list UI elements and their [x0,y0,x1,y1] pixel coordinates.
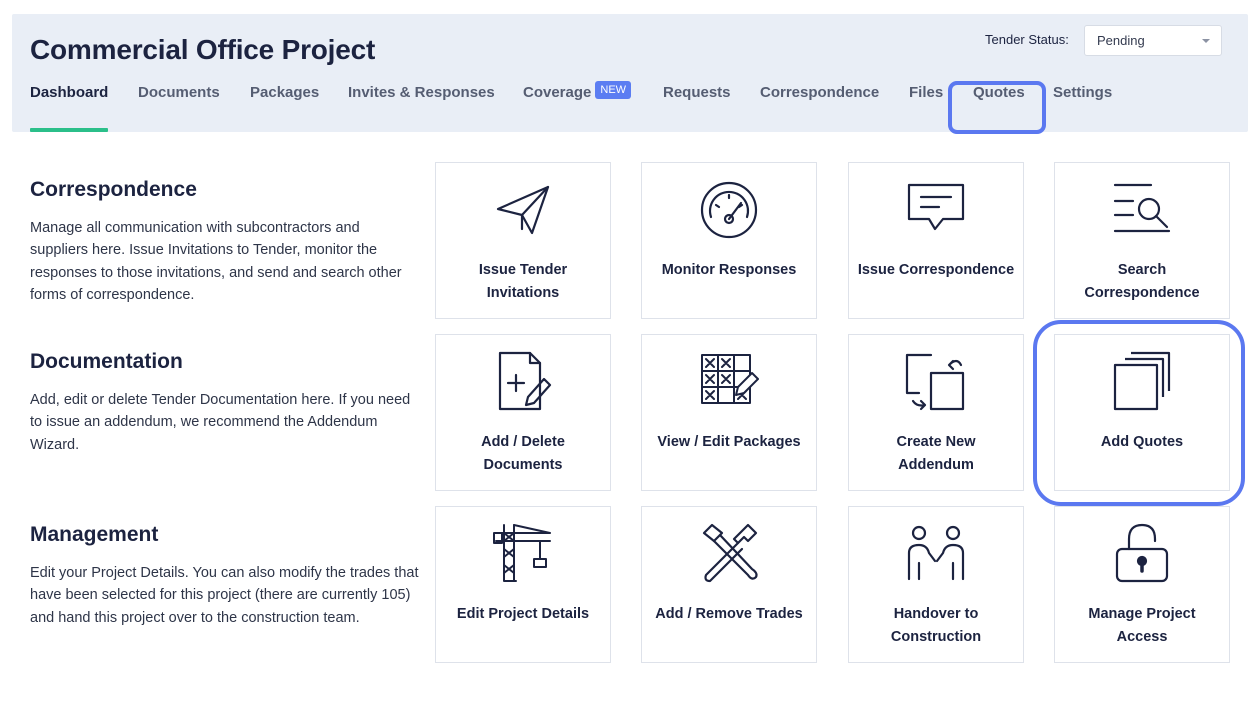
tender-status-select[interactable]: Pending [1084,25,1222,56]
tile-label: Manage Project Access [1088,606,1196,645]
tools-icon [698,523,760,585]
tile-label: View / Edit Packages [657,434,801,450]
tile-search-correspondence[interactable]: Search Correspondence [1054,162,1230,319]
section-description: Edit your Project Details. You can also … [30,565,419,626]
tile-add-remove-trades[interactable]: Add / Remove Trades [641,506,817,663]
tender-status-label: Tender Status: [985,32,1069,47]
new-badge: NEW [595,81,632,99]
tile-view-edit-packages[interactable]: View / Edit Packages [641,334,817,491]
gauge-icon [698,179,760,241]
tile-label: Add Quotes [1100,434,1184,450]
tab-invites-responses[interactable]: Invites & Responses [348,84,495,101]
tab-coverage-label: Coverage [523,84,592,101]
tile-add-quotes[interactable]: Add Quotes [1054,334,1230,491]
grid-edit-icon [698,351,760,413]
message-icon [905,179,967,241]
section-correspondence: Correspondence Manage all communication … [30,178,420,306]
tile-label: Handover to Construction [890,606,982,645]
tab-quotes[interactable]: Quotes [973,84,1025,101]
tile-label: Create New Addendum [896,434,976,473]
tile-handover-to-construction[interactable]: Handover to Construction [848,506,1024,663]
tile-manage-project-access[interactable]: Manage Project Access [1054,506,1230,663]
tile-label: Add / Delete Documents [481,434,565,473]
tile-label: Issue Tender Invitations [478,262,568,301]
tile-issue-correspondence[interactable]: Issue Correspondence [848,162,1024,319]
tab-packages[interactable]: Packages [250,84,319,101]
stacked-pages-icon [1111,351,1173,413]
tile-issue-tender-invitations[interactable]: Issue Tender Invitations [435,162,611,319]
tile-label: Search Correspondence [1084,262,1200,301]
tab-documents[interactable]: Documents [138,84,220,101]
page-title: Commercial Office Project [30,34,376,65]
unlock-icon [1111,523,1173,585]
active-tab-underline [30,128,108,132]
tile-label: Edit Project Details [456,606,590,622]
people-icon [905,523,967,585]
crane-icon [492,523,554,585]
tab-files[interactable]: Files [909,84,943,101]
section-description: Add, edit or delete Tender Documentation… [30,392,411,453]
tile-label: Add / Remove Trades [655,606,803,622]
document-add-icon [492,351,554,413]
section-title: Documentation [30,350,183,373]
section-management: Management Edit your Project Details. Yo… [30,523,420,629]
tile-monitor-responses[interactable]: Monitor Responses [641,162,817,319]
section-title: Management [30,523,159,546]
tile-label: Monitor Responses [661,262,797,278]
tab-dashboard[interactable]: Dashboard [30,84,108,101]
tab-coverage[interactable]: Coverage NEW [523,81,632,101]
section-description: Manage all communication with subcontrac… [30,220,402,303]
tender-status-value: Pending [1097,33,1145,48]
tile-label: Issue Correspondence [857,262,1015,278]
search-list-icon [1111,179,1173,241]
section-title: Correspondence [30,178,197,201]
tab-settings[interactable]: Settings [1053,84,1112,101]
chevron-down-icon [1202,39,1210,43]
project-header: Commercial Office Project Tender Status:… [12,14,1248,132]
section-documentation: Documentation Add, edit or delete Tender… [30,350,420,456]
tab-requests[interactable]: Requests [663,84,731,101]
paper-plane-icon [492,179,554,241]
tile-add-delete-documents[interactable]: Add / Delete Documents [435,334,611,491]
tab-correspondence[interactable]: Correspondence [760,84,879,101]
addendum-icon [905,351,967,413]
tile-create-new-addendum[interactable]: Create New Addendum [848,334,1024,491]
tile-edit-project-details[interactable]: Edit Project Details [435,506,611,663]
